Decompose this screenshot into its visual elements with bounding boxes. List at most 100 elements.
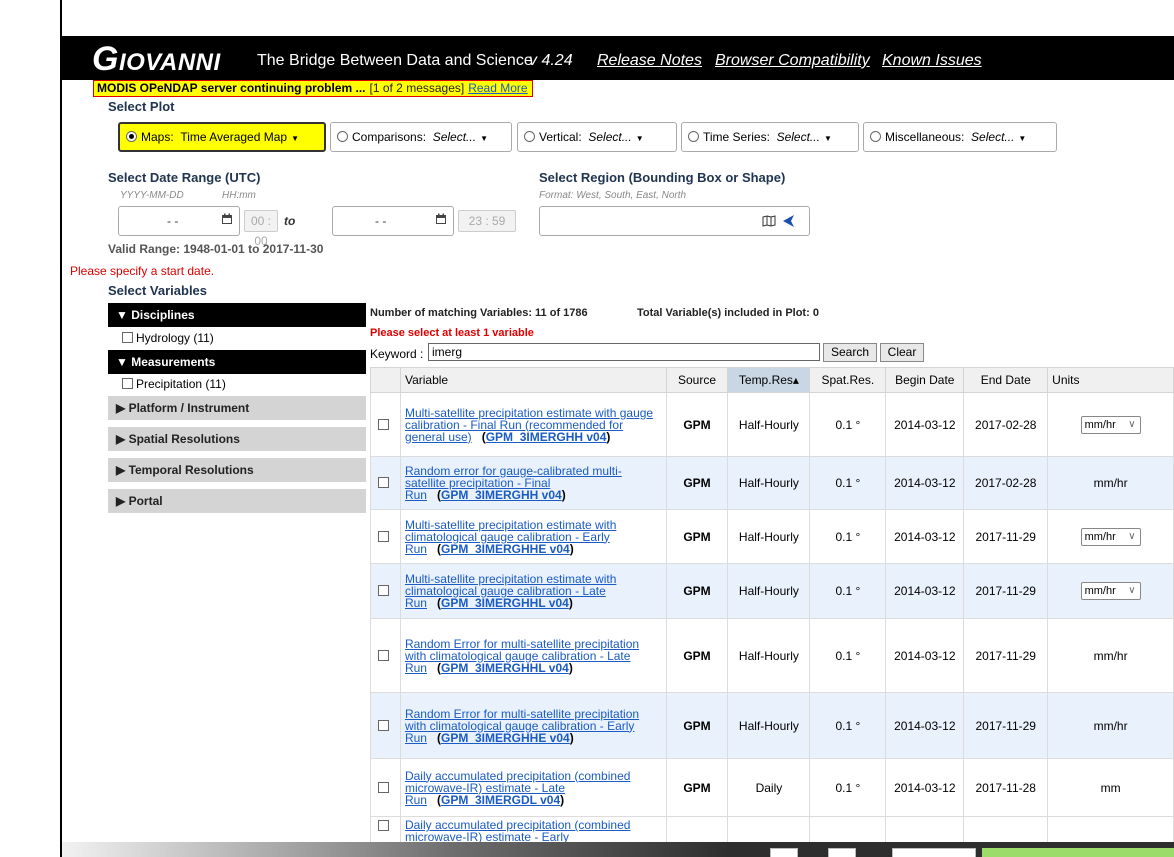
- begin-date-cell: 2014-03-12: [885, 692, 965, 759]
- units-select[interactable]: mm/hr: [1080, 527, 1141, 546]
- giovanni-page: GIOVANNI The Bridge Between Data and Sci…: [62, 0, 1174, 857]
- calendar-icon[interactable]: [435, 213, 447, 225]
- temp-res-cell: Half-Hourly: [727, 392, 811, 457]
- source-cell: GPM: [665, 758, 729, 817]
- spat-res-cell: 0.1 °: [809, 392, 887, 457]
- row-checkbox[interactable]: [378, 719, 390, 731]
- facet-platform-instrument[interactable]: ▶ Platform / Instrument: [108, 396, 366, 420]
- radio-icon: [126, 131, 137, 142]
- variable-id-link[interactable]: GPM_3IMERGHH v04: [486, 430, 607, 444]
- row-checkbox[interactable]: [378, 585, 390, 596]
- facet-precipitation[interactable]: Precipitation (11): [122, 377, 226, 391]
- read-more-link[interactable]: Read More: [468, 81, 527, 95]
- clear-button[interactable]: Clear: [880, 343, 924, 362]
- end-time-input[interactable]: 23 : 59: [458, 210, 516, 232]
- plot-option-comparisons[interactable]: Comparisons: Select... ▼: [330, 122, 512, 152]
- calendar-icon[interactable]: [221, 213, 233, 225]
- variable-id-link[interactable]: GPM_3IMERGHH v04: [441, 488, 562, 502]
- facet-temporal-resolutions[interactable]: ▶ Temporal Resolutions: [108, 458, 366, 482]
- giovanni-logo[interactable]: GIOVANNI: [92, 40, 221, 79]
- select-plot-title: Select Plot: [108, 99, 175, 114]
- region-format-hint: Format: West, South, East, North: [539, 190, 687, 201]
- known-issues-link[interactable]: Known Issues: [882, 52, 982, 70]
- units-select[interactable]: mm/hr: [1080, 415, 1141, 434]
- start-date-error: Please specify a start date.: [70, 264, 215, 278]
- search-button[interactable]: Search: [823, 343, 877, 362]
- table-row: Multi-satellite precipitation estimate w…: [370, 563, 1174, 619]
- variable-error: Please select at least 1 variable: [370, 327, 534, 339]
- row-checkbox[interactable]: [378, 649, 390, 661]
- table-row: Daily accumulated precipitation (combine…: [370, 758, 1174, 817]
- facet-measurements-header[interactable]: ▼ Measurements: [108, 350, 366, 374]
- caret-down-icon: ▼: [635, 134, 644, 143]
- plot-option-miscellaneous[interactable]: Miscellaneous: Select... ▼: [863, 122, 1057, 152]
- plot-option-time-series[interactable]: Time Series: Select... ▼: [681, 122, 859, 152]
- units-cell: mm/hr: [1047, 618, 1174, 693]
- column-header-units[interactable]: Units: [1047, 367, 1174, 393]
- source-cell: GPM: [665, 509, 729, 564]
- source-cell: GPM: [665, 392, 729, 457]
- plot-option-maps[interactable]: Maps: Time Averaged Map ▼: [118, 122, 326, 152]
- browser-compatibility-link[interactable]: Browser Compatibility: [715, 52, 870, 70]
- pointer-arrow-icon[interactable]: [782, 214, 798, 228]
- plot-option-vertical[interactable]: Vertical: Select... ▼: [517, 122, 677, 152]
- release-notes-link[interactable]: Release Notes: [597, 52, 702, 70]
- footer-button[interactable]: [770, 848, 798, 857]
- column-header-source[interactable]: Source: [665, 367, 729, 393]
- plot-data-button[interactable]: [982, 848, 1174, 857]
- column-header-begin-date[interactable]: Begin Date: [885, 367, 965, 393]
- end-date-input[interactable]: - -: [332, 206, 454, 236]
- facet-portal[interactable]: ▶ Portal: [108, 489, 366, 513]
- column-header-variable[interactable]: Variable: [399, 367, 667, 393]
- spat-res-cell: 0.1 °: [809, 456, 887, 510]
- table-row: Random Error for multi-satellite precipi…: [370, 692, 1174, 759]
- facet-disciplines-header[interactable]: ▼ Disciplines: [108, 303, 366, 327]
- spat-res-cell: 0.1 °: [809, 758, 887, 817]
- column-header-temp-res[interactable]: Temp.Res▴: [727, 367, 811, 393]
- alert-banner: MODIS OPeNDAP server continuing problem …: [93, 80, 533, 97]
- spat-res-cell: 0.1 °: [809, 692, 887, 759]
- checkbox[interactable]: [122, 378, 133, 389]
- facet-spatial-resolutions[interactable]: ▶ Spatial Resolutions: [108, 427, 366, 451]
- facet-hydrology[interactable]: Hydrology (11): [122, 331, 214, 345]
- footer-button[interactable]: [892, 848, 976, 857]
- row-checkbox[interactable]: [378, 530, 390, 542]
- region-input[interactable]: [539, 206, 810, 236]
- row-checkbox[interactable]: [378, 477, 390, 488]
- row-checkbox[interactable]: [378, 820, 390, 831]
- variable-id-link[interactable]: GPM_3IMERGHHL v04: [441, 661, 569, 675]
- variable-id-link[interactable]: GPM_3IMERGHHE v04: [441, 542, 570, 556]
- start-time-input[interactable]: 00 : 00: [244, 210, 278, 248]
- caret-down-icon: ▼: [291, 134, 300, 143]
- end-date-cell: 2017-11-29: [963, 618, 1049, 693]
- alert-message: MODIS OPeNDAP server continuing problem …: [97, 81, 366, 95]
- variable-id-link[interactable]: GPM_3IMERGHHE v04: [441, 731, 570, 745]
- units-select[interactable]: mm/hr: [1080, 582, 1141, 600]
- total-variables-in-plot: Total Variable(s) included in Plot: 0: [637, 307, 819, 319]
- caret-down-icon: ▼: [823, 134, 832, 143]
- row-checkbox[interactable]: [378, 781, 390, 793]
- table-row: Multi-satellite precipitation estimate w…: [370, 509, 1174, 564]
- checkbox[interactable]: [122, 332, 133, 343]
- column-header-spat-res[interactable]: Spat.Res.: [809, 367, 887, 393]
- date-format-hint: YYYY-MM-DD: [120, 190, 184, 201]
- start-date-input[interactable]: - -: [118, 206, 240, 236]
- variable-link[interactable]: Daily accumulated precipitation (combine…: [405, 818, 630, 844]
- begin-date-cell: 2014-03-12: [885, 392, 965, 457]
- app-version: v 4.24: [529, 52, 573, 69]
- units-cell: mm/hr: [1047, 456, 1174, 510]
- temp-res-cell: Daily: [727, 758, 811, 817]
- begin-date-cell: 2014-03-12: [885, 563, 965, 619]
- keyword-input[interactable]: imerg: [428, 343, 820, 361]
- source-cell: GPM: [665, 456, 729, 510]
- keyword-label: Keyword :: [370, 347, 424, 361]
- table-header-row: Variable Source Temp.Res▴ Spat.Res. Begi…: [370, 367, 1174, 393]
- column-header-end-date[interactable]: End Date: [963, 367, 1049, 393]
- footer-button[interactable]: [828, 848, 856, 857]
- variable-id-link[interactable]: GPM_3IMERGHHL v04: [441, 596, 569, 610]
- row-checkbox[interactable]: [378, 418, 390, 430]
- select-column-header: [370, 367, 401, 393]
- variable-id-link[interactable]: GPM_3IMERGDL v04: [441, 793, 560, 807]
- map-icon[interactable]: [762, 215, 776, 227]
- spat-res-cell: 0.1 °: [809, 563, 887, 619]
